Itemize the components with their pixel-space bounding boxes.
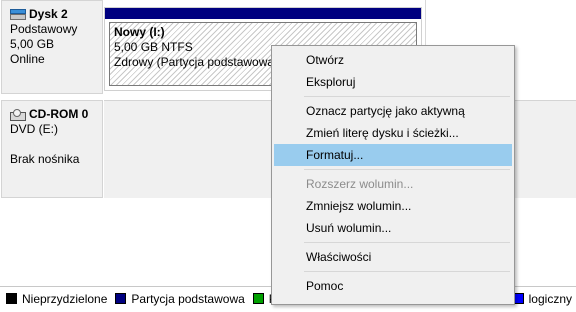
menu-item-format[interactable]: Formatuj... <box>274 144 512 166</box>
cdrom-0-drive: DVD (E:) <box>10 122 58 136</box>
legend-item-primary-partition: Partycja podstawowa <box>115 291 245 306</box>
cdrom-0-title-line: CD-ROM 0 <box>10 107 102 122</box>
legend-label: Partycja podstawowa <box>131 291 245 306</box>
partition-name: Nowy (I:) <box>114 25 165 39</box>
menu-separator <box>304 96 510 97</box>
hard-disk-icon <box>10 9 26 20</box>
menu-item-open[interactable]: Otwórz <box>274 49 512 71</box>
disk-2-type: Podstawowy <box>10 22 78 36</box>
disk-2-status: Online <box>10 52 45 66</box>
disk-2-title: Dysk 2 <box>29 7 68 21</box>
disk-2-size: 5,00 GB <box>10 37 55 51</box>
cdrom-0-spacer <box>10 137 102 152</box>
legend-swatch <box>6 293 17 304</box>
menu-item-extend-volume[interactable]: Rozszerz wolumin... <box>274 173 512 195</box>
legend-swatch <box>115 293 127 304</box>
menu-item-properties[interactable]: Właściwości <box>274 246 512 268</box>
cdrom-0-title: CD-ROM 0 <box>29 107 89 121</box>
menu-separator <box>304 169 510 170</box>
legend-label: Nieprzydzielone <box>22 291 108 306</box>
legend-label: logiczny <box>528 291 572 306</box>
legend-item-unallocated: Nieprzydzielone <box>6 292 107 306</box>
cdrom-0-media: Brak nośnika <box>10 152 80 166</box>
disk-2-label-panel[interactable]: Dysk 2 Podstawowy 5,00 GB Online <box>1 0 103 94</box>
menu-separator <box>304 242 510 243</box>
menu-separator <box>304 271 510 272</box>
menu-item-explore[interactable]: Eksploruj <box>274 71 512 93</box>
disk-management-window: Dysk 2 Podstawowy 5,00 GB Online Nowy (I… <box>0 0 576 312</box>
cd-drive-icon <box>10 108 26 121</box>
cdrom-0-label-panel[interactable]: CD-ROM 0 DVD (E:) Brak nośnika <box>1 100 103 198</box>
legend-swatch <box>252 293 264 304</box>
menu-item-help[interactable]: Pomoc <box>274 275 512 297</box>
partition-type-bar <box>105 8 421 19</box>
menu-item-shrink-volume[interactable]: Zmniejsz wolumin... <box>274 195 512 217</box>
context-menu: Otwórz Eksploruj Oznacz partycję jako ak… <box>271 45 515 305</box>
legend-item-logical: logiczny <box>512 291 572 306</box>
menu-item-change-drive-letter[interactable]: Zmień literę dysku i ścieżki... <box>274 122 512 144</box>
disk-2-title-line: Dysk 2 <box>10 7 102 22</box>
menu-item-delete-volume[interactable]: Usuń wolumin... <box>274 217 512 239</box>
menu-item-mark-active[interactable]: Oznacz partycję jako aktywną <box>274 100 512 122</box>
